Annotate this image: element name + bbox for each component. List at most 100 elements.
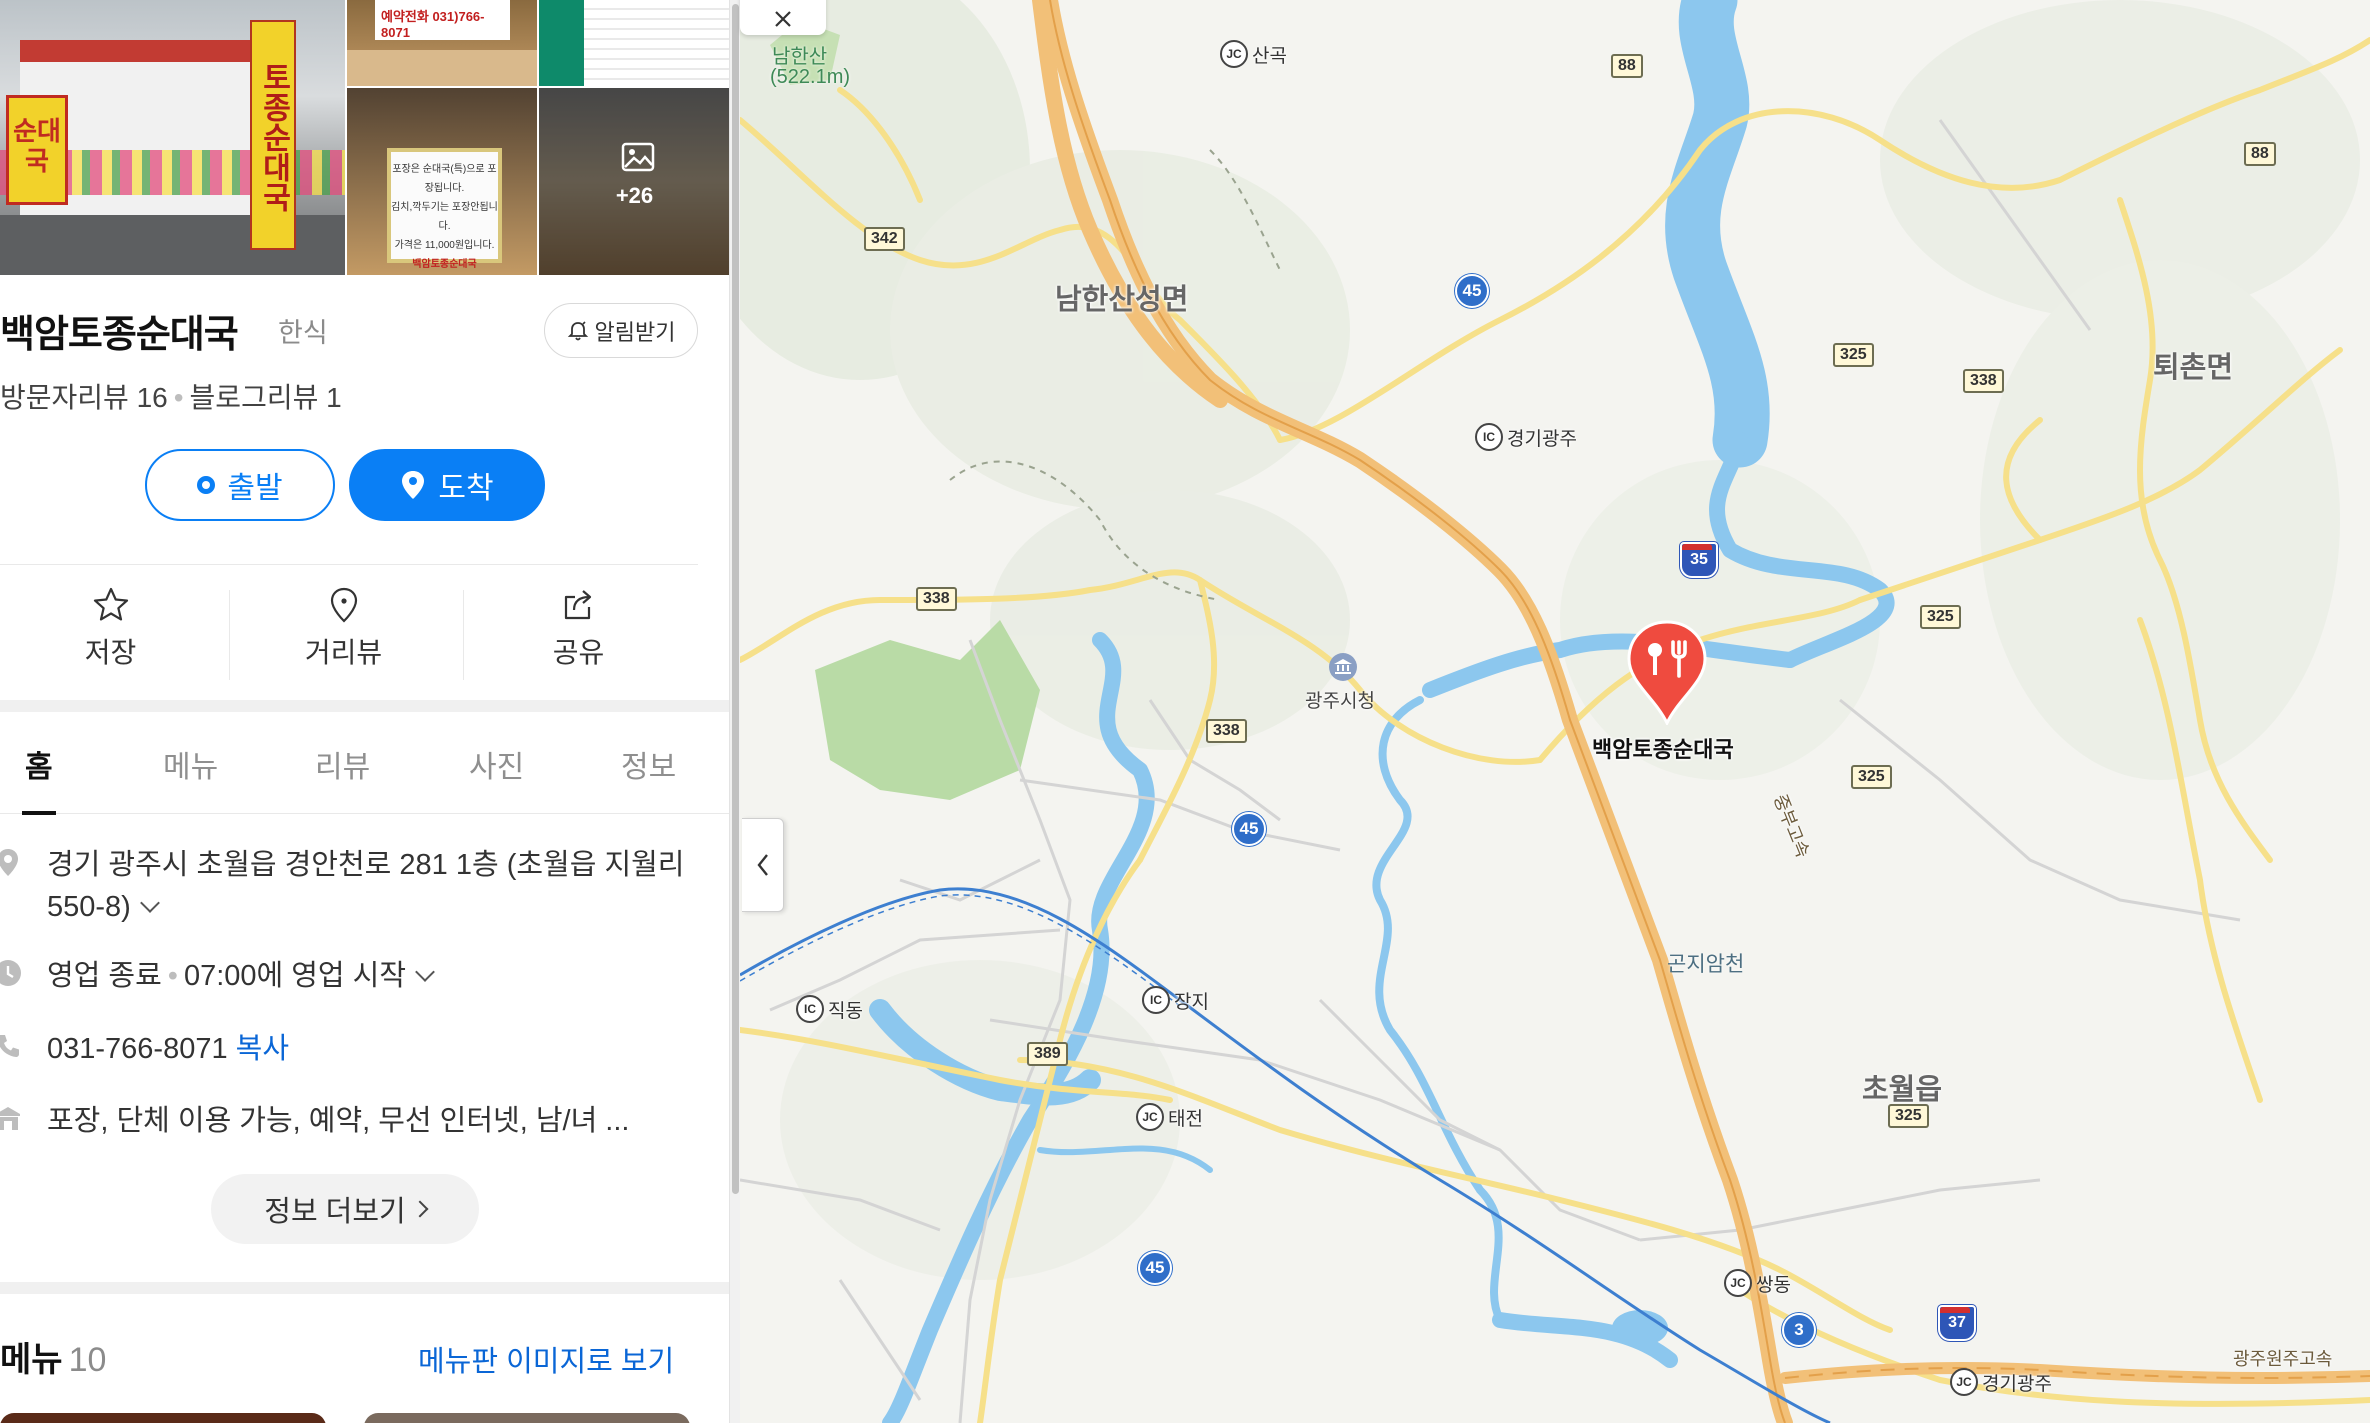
menu-section-title: 메뉴 10	[0, 1341, 107, 1379]
route-badge: 338	[1963, 369, 2004, 393]
route-badge: 88	[1611, 54, 1643, 78]
menu-thumbnail[interactable]	[364, 1413, 690, 1423]
water	[1612, 1310, 1668, 1346]
star-icon	[93, 587, 128, 621]
hours-row: 영업 종료 • 07:00에 영업 시작	[0, 955, 720, 999]
chevron-left-icon	[756, 854, 768, 876]
expressway-shield: 37	[1938, 1305, 1976, 1341]
place-title: 백암토종순대국	[0, 314, 239, 356]
jc-ssangdong[interactable]: JC 쌍동	[1724, 1269, 1791, 1297]
section-divider	[0, 1282, 730, 1294]
ic-jikdong[interactable]: IC 직동	[796, 995, 863, 1023]
photo-main[interactable]: 순대국 토종순대국	[0, 0, 345, 275]
forest-area	[815, 620, 1040, 800]
photo-more-count: +26	[615, 183, 654, 208]
route-badge: 325	[1851, 765, 1892, 789]
route-badge: 389	[1027, 1042, 1068, 1066]
route-badge: 342	[864, 227, 905, 251]
blog-review-link[interactable]: 블로그리뷰 1	[190, 382, 342, 413]
location-icon	[0, 849, 18, 876]
photo-thumb-3[interactable]: 포장은 순대국(특)으로 포장됩니다. 김치,깍두기는 포장안됩니다. 가격은 …	[347, 88, 537, 275]
more-info-label: 정보 더보기	[264, 1196, 406, 1228]
photo-banner: 순대국	[6, 95, 68, 205]
panel-scrollbar[interactable]	[729, 0, 740, 1423]
hours-text[interactable]: 영업 종료 • 07:00에 영업 시작	[47, 955, 435, 997]
copy-phone-button[interactable]: 복사	[236, 1033, 289, 1065]
section-divider	[0, 700, 730, 712]
scrollbar-thumb[interactable]	[732, 4, 739, 1194]
map-label-mountain: 남한산	[772, 46, 828, 68]
photo-gallery[interactable]: 순대국 토종순대국 예약전화 031)766-8071 포장은 순대국(특)으로…	[0, 0, 730, 275]
save-label: 저장	[84, 637, 137, 668]
menu-count: 10	[68, 1341, 107, 1379]
route-badge: 88	[2244, 142, 2276, 166]
location-pin-icon	[402, 471, 425, 499]
photo-more[interactable]: +26	[539, 88, 730, 275]
photo-menu-board	[539, 0, 730, 86]
jc-taejeon[interactable]: JC 태전	[1136, 1103, 1203, 1131]
tab-review[interactable]: 리뷰	[315, 742, 370, 786]
place-panel: 순대국 토종순대국 예약전화 031)766-8071 포장은 순대국(특)으로…	[0, 0, 730, 1423]
map-pin-outline-icon	[330, 587, 357, 623]
tab-info[interactable]: 정보	[621, 742, 676, 786]
menu-image-link[interactable]: 메뉴판 이미지로 보기	[418, 1338, 674, 1380]
national-route-badge: 45	[1455, 274, 1489, 308]
share-icon	[564, 590, 591, 620]
tab-home[interactable]: 홈	[25, 742, 53, 786]
amenities-row: 포장, 단체 이용 가능, 예약, 무선 인터넷, 남/녀 ...	[0, 1100, 720, 1144]
tab-photo[interactable]: 사진	[469, 742, 524, 786]
close-button[interactable]	[740, 0, 826, 35]
restaurant-pin-icon[interactable]	[1625, 620, 1709, 725]
chevron-down-icon[interactable]	[139, 893, 160, 913]
address-text[interactable]: 경기 광주시 초월읍 경안천로 281 1층 (초월읍 지월리 550-8)	[47, 844, 687, 928]
amenities-text: 포장, 단체 이용 가능, 예약, 무선 인터넷, 남/녀 ...	[47, 1105, 630, 1137]
map-label-stream: 곤지암천	[1667, 953, 1745, 976]
divider	[0, 564, 698, 565]
photo-sign: 토종순대국	[250, 20, 296, 250]
chevron-right-icon	[411, 1200, 429, 1218]
action-bar: 저장 거리뷰 공유	[0, 585, 700, 685]
ic-gyeonggi-gwangju[interactable]: IC 경기광주	[1475, 423, 1577, 451]
tab-menu[interactable]: 메뉴	[163, 742, 218, 786]
map-label-town: 퇴촌면	[2153, 352, 2234, 384]
store-icon	[0, 1107, 20, 1130]
route-arrive-button[interactable]: 도착	[349, 449, 545, 521]
clock-icon	[0, 960, 21, 986]
map-canvas[interactable]: 남한산성면 퇴촌면 초월읍 남한산 (522.1m) 광주시청 곤지암천 중부고…	[740, 0, 2370, 1423]
photo-thumb-1[interactable]: 예약전화 031)766-8071	[347, 0, 537, 86]
more-info-button[interactable]: 정보 더보기	[211, 1174, 479, 1244]
route-start-button[interactable]: 출발	[145, 449, 335, 521]
divider	[229, 590, 230, 680]
map-graphics	[740, 0, 2370, 1423]
map-label-cityhall[interactable]: 광주시청	[1305, 686, 1375, 713]
place-category: 한식	[278, 318, 328, 348]
map-label-selected-place[interactable]: 백암토종순대국	[1592, 732, 1734, 764]
jc-gyeonggi-gwangju[interactable]: JC 경기광주	[1950, 1368, 2052, 1396]
expressway-shield: 35	[1680, 542, 1718, 578]
photo-table	[347, 50, 537, 86]
streetview-button[interactable]: 거리뷰	[227, 585, 460, 685]
menu-thumbnail[interactable]	[0, 1413, 326, 1423]
image-icon	[621, 142, 655, 172]
chevron-down-icon[interactable]	[415, 962, 435, 982]
national-route-badge: 3	[1782, 1313, 1816, 1347]
visitor-review-link[interactable]: 방문자리뷰 16	[0, 382, 168, 413]
tab-bar: 홈 메뉴 리뷰 사진 정보	[0, 712, 730, 815]
save-button[interactable]: 저장	[0, 585, 227, 685]
ic-jangji[interactable]: IC 장지	[1142, 986, 1209, 1014]
route-arrive-label: 도착	[438, 472, 494, 505]
notify-button[interactable]: 알림받기	[544, 303, 698, 358]
collapse-panel-button[interactable]	[742, 818, 784, 912]
share-button[interactable]: 공유	[462, 585, 695, 685]
map-label-town: 남한산성면	[1055, 284, 1189, 316]
photo-dim-overlay	[539, 88, 730, 275]
photo-phone-note: 예약전화 031)766-8071	[375, 0, 510, 40]
streetview-label: 거리뷰	[304, 637, 383, 668]
map-label-expressway2: 광주원주고속	[2233, 1349, 2333, 1369]
start-dot-icon	[197, 476, 216, 494]
jc-sangok[interactable]: JC 산곡	[1220, 40, 1287, 68]
national-route-badge: 45	[1138, 1251, 1172, 1285]
review-counts: 방문자리뷰 16 • 블로그리뷰 1	[0, 382, 342, 413]
photo-thumb-2[interactable]	[539, 0, 730, 86]
bell-icon	[567, 320, 588, 340]
